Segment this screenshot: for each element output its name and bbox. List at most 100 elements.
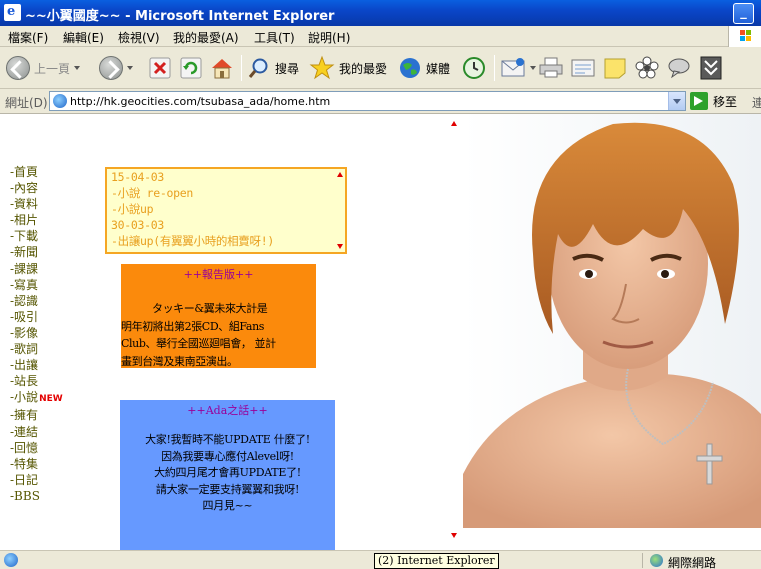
news-line: -小說up xyxy=(111,202,154,216)
report-board-text: タッキー&翼未來大計是 明年初將出第2張CD、組Fans Club、舉行全國巡廻… xyxy=(121,302,276,368)
browser-window: e ~~小翼國度~~ - Microsoft Internet Explorer… xyxy=(0,0,761,569)
scroll-up-icon[interactable] xyxy=(337,172,343,177)
address-dropdown-button[interactable] xyxy=(668,92,685,110)
toolbar-separator xyxy=(241,55,242,81)
flower-button[interactable] xyxy=(634,54,660,82)
toolbar: 上一頁 搜尋 我的最愛 媒體 xyxy=(0,47,761,89)
mail-icon xyxy=(501,58,525,77)
minimize-button[interactable]: _ xyxy=(733,3,754,24)
messenger-button[interactable] xyxy=(666,54,692,82)
print-button[interactable] xyxy=(538,54,564,82)
address-label: 網址(D) xyxy=(5,96,48,110)
menu-view[interactable]: 檢視(V) xyxy=(118,29,160,46)
history-icon xyxy=(463,57,485,79)
ada-message-text: 大家!我暫時不能UPDATE 什麼了! 因為我要專心應付Alevel呀! 大約四… xyxy=(145,433,310,512)
forward-arrow-icon xyxy=(99,56,123,80)
nav-link-novel[interactable]: -小說NEW xyxy=(10,389,63,407)
news-scroller[interactable]: 15-04-03 -小說 re-open -小說up 30-03-03 -出讓u… xyxy=(105,167,347,254)
back-arrow-icon xyxy=(6,56,30,80)
page-icon xyxy=(4,553,18,567)
home-icon xyxy=(212,59,232,79)
nav-link-lessons[interactable]: -課課 xyxy=(10,261,63,277)
menu-help[interactable]: 說明(H) xyxy=(308,29,350,46)
taskbar-tooltip: (2) Internet Explorer xyxy=(374,553,499,569)
nav-link-lyrics[interactable]: -歌詞 xyxy=(10,341,63,357)
research-icon xyxy=(700,56,722,80)
nav-link-bbs[interactable]: -BBS xyxy=(10,488,63,504)
search-label: 搜尋 xyxy=(275,61,300,76)
nav-link-video[interactable]: -影像 xyxy=(10,325,63,341)
ie-logo-icon: e xyxy=(4,4,21,21)
status-bar: (2) Internet Explorer 網際網路 xyxy=(0,550,761,569)
media-label: 媒體 xyxy=(426,61,451,76)
news-line: -出讓up(有翼翼小時的相賣呀!) xyxy=(111,234,274,248)
scroll-down-icon[interactable] xyxy=(451,533,457,538)
portrait-photo xyxy=(463,114,761,528)
ada-message-title: ++Ada之話++ xyxy=(187,404,268,417)
address-bar: 網址(D) 移至 連 xyxy=(0,89,761,114)
scroll-down-icon[interactable] xyxy=(337,244,343,249)
printer-icon xyxy=(539,57,563,78)
nav-link-photobook[interactable]: -寫真 xyxy=(10,277,63,293)
refresh-button[interactable] xyxy=(179,54,203,82)
globe-icon xyxy=(400,58,420,78)
news-line: 15-04-03 xyxy=(111,170,164,184)
windows-flag-logo xyxy=(728,26,761,47)
site-nav: -首頁 -內容 -資料 -相片 -下載 -新聞 -課課 -寫真 -認識 -吸引 … xyxy=(10,164,63,504)
go-button[interactable]: 移至 xyxy=(690,92,737,110)
forward-button[interactable] xyxy=(99,54,133,82)
news-line: -小說 re-open xyxy=(111,186,194,200)
toolbar-separator xyxy=(494,55,495,81)
nav-link-webmaster[interactable]: -站長 xyxy=(10,373,63,389)
menu-edit[interactable]: 編輯(E) xyxy=(63,29,104,46)
scroll-up-icon[interactable] xyxy=(451,121,457,126)
news-line: 30-03-03 xyxy=(111,218,164,232)
note-icon xyxy=(604,58,626,79)
back-button[interactable]: 上一頁 xyxy=(6,54,81,82)
report-board: ++報告版++ タッキー&翼未來大計是 明年初將出第2張CD、組Fans Clu… xyxy=(121,264,316,368)
go-arrow-icon xyxy=(690,92,708,110)
nav-link-news[interactable]: -新聞 xyxy=(10,244,63,260)
status-separator xyxy=(642,553,643,568)
search-button[interactable]: 搜尋 xyxy=(247,54,299,82)
nav-link-own[interactable]: -擁有 xyxy=(10,407,63,423)
nav-link-photos[interactable]: -相片 xyxy=(10,212,63,228)
nav-link-special[interactable]: -特集 xyxy=(10,456,63,472)
nav-link-profile[interactable]: -資料 xyxy=(10,196,63,212)
stop-icon xyxy=(149,57,171,79)
nav-link-memories[interactable]: -回憶 xyxy=(10,440,63,456)
chevron-down-icon xyxy=(530,66,536,70)
discuss-button[interactable] xyxy=(602,54,628,82)
research-button[interactable] xyxy=(698,54,724,82)
back-label: 上一頁 xyxy=(34,61,71,76)
favorites-button[interactable]: 我的最愛 xyxy=(309,54,387,82)
home-button[interactable] xyxy=(209,54,235,82)
ada-message-box: ++Ada之話++ 大家!我暫時不能UPDATE 什麼了! 因為我要專心應付Al… xyxy=(120,400,335,550)
menu-tools[interactable]: 工具(T) xyxy=(254,29,295,46)
search-icon xyxy=(248,58,268,78)
internet-zone-icon xyxy=(650,554,663,567)
address-input[interactable] xyxy=(70,93,665,109)
nav-link-know[interactable]: -認識 xyxy=(10,293,63,309)
media-button[interactable]: 媒體 xyxy=(398,54,450,82)
menu-favorites[interactable]: 我的最愛(A) xyxy=(173,29,239,46)
nav-link-attraction[interactable]: -吸引 xyxy=(10,309,63,325)
nav-link-novel-label: -小說 xyxy=(10,390,39,405)
nav-link-home[interactable]: -首頁 xyxy=(10,164,63,180)
menu-bar: 檔案(F) 編輯(E) 檢視(V) 我的最愛(A) 工具(T) 說明(H) xyxy=(0,26,761,47)
title-bar[interactable]: e ~~小翼國度~~ - Microsoft Internet Explorer… xyxy=(0,0,761,26)
menu-file[interactable]: 檔案(F) xyxy=(8,29,48,46)
flower-icon xyxy=(635,56,659,79)
edit-button[interactable] xyxy=(570,54,596,82)
nav-link-links[interactable]: -連結 xyxy=(10,424,63,440)
nav-link-transfer[interactable]: -出讓 xyxy=(10,357,63,373)
stop-button[interactable] xyxy=(148,54,172,82)
history-button[interactable] xyxy=(461,54,487,82)
nav-link-download[interactable]: -下載 xyxy=(10,228,63,244)
links-label[interactable]: 連 xyxy=(752,94,761,111)
address-box[interactable] xyxy=(49,91,686,111)
mail-button[interactable] xyxy=(500,54,536,82)
page-content: -首頁 -內容 -資料 -相片 -下載 -新聞 -課課 -寫真 -認識 -吸引 … xyxy=(0,114,761,550)
nav-link-diary[interactable]: -日記 xyxy=(10,472,63,488)
nav-link-content[interactable]: -內容 xyxy=(10,180,63,196)
